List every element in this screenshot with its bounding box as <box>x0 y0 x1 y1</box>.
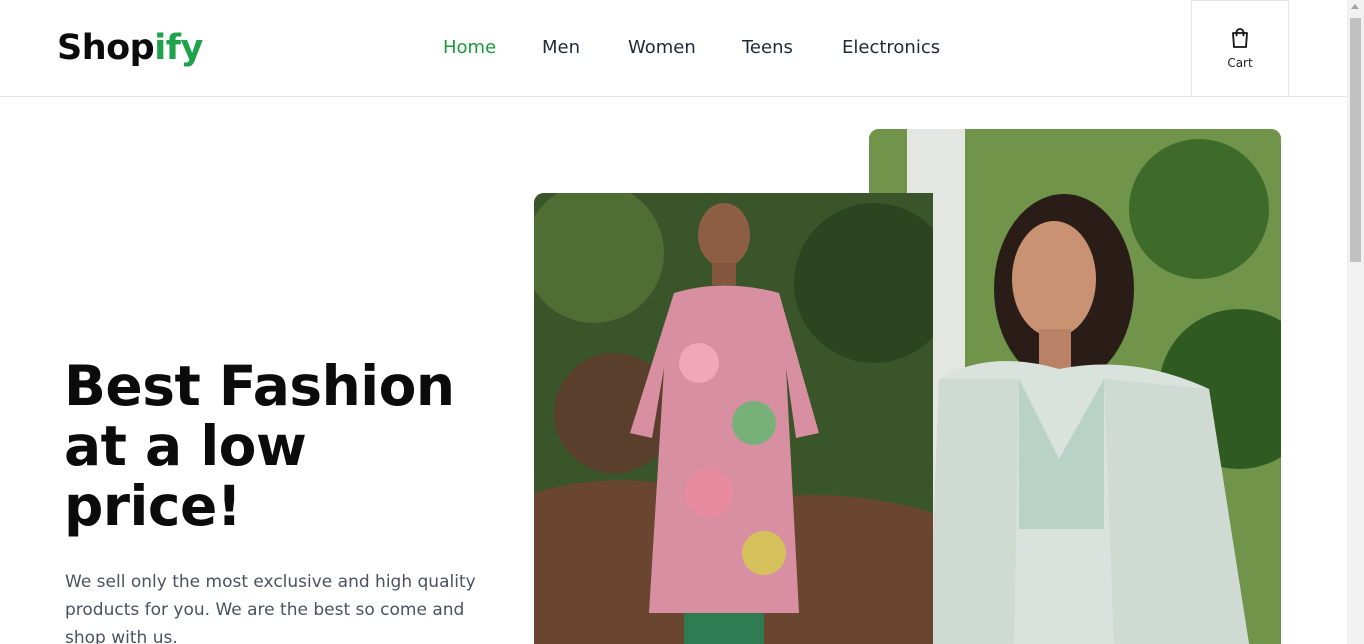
cart-label: Cart <box>1227 56 1253 70</box>
logo-text-ify: ify <box>154 28 203 68</box>
nav-teens[interactable]: Teens <box>742 37 793 59</box>
hero-title: Best Fashion at a low price! <box>64 354 455 538</box>
logo[interactable]: Shopify <box>57 28 203 68</box>
nav-electronics[interactable]: Electronics <box>842 37 940 59</box>
nav-men[interactable]: Men <box>542 37 580 59</box>
logo-text-shop: Shop <box>57 28 155 68</box>
nav-home[interactable]: Home <box>443 37 496 59</box>
man-in-floral-kurta-photo <box>534 193 933 644</box>
shopping-bag-icon <box>1232 28 1248 48</box>
vertical-scrollbar[interactable] <box>1347 0 1364 644</box>
hero-description: We sell only the most exclusive and high… <box>65 572 476 644</box>
scroll-thumb[interactable] <box>1350 18 1361 262</box>
cart-button[interactable]: Cart <box>1191 0 1289 97</box>
scroll-up-arrow-icon[interactable] <box>1351 4 1359 9</box>
site-header: Shopify Home Men Women Teens Electronics… <box>0 0 1347 97</box>
nav-women[interactable]: Women <box>628 37 696 59</box>
